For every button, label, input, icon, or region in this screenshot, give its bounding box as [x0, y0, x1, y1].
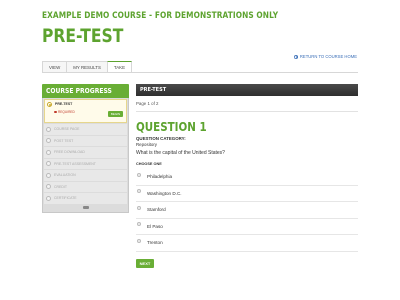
begin-button[interactable]: BEGIN [108, 111, 123, 117]
required-dot-icon [54, 110, 57, 114]
answer-option[interactable]: Philadelphia [136, 169, 358, 186]
sidebar-item-post-test[interactable]: POST TEST [44, 135, 127, 146]
sidebar-item-credit[interactable]: CREDIT [44, 181, 127, 192]
page-indicator: Page 1 of 2 [136, 101, 358, 112]
answer-option[interactable]: Stamford [136, 202, 358, 219]
sidebar-list: PRE-TEST REQUIRED BEGIN COURSE PAGE POST… [42, 98, 129, 213]
radio-button[interactable] [137, 238, 141, 243]
question-category-label: QUESTION CATEGORY: [136, 136, 186, 141]
answer-list: Philadelphia Washington D.C. Stamford El… [136, 169, 358, 252]
required-badge: REQUIRED [54, 110, 75, 114]
question-title: QUESTION 1 [136, 120, 207, 134]
answer-option[interactable]: El Paso [136, 219, 358, 235]
answer-label: Trenton [147, 240, 163, 246]
answer-label: Washington D.C. [147, 190, 182, 196]
sidebar-item-label: FREE DOWNLOAD [54, 150, 85, 155]
step-circle-icon [46, 138, 51, 144]
sidebar-item-free-download[interactable]: FREE DOWNLOAD [44, 147, 127, 158]
course-title: EXAMPLE DEMO COURSE - FOR DEMONSTRATIONS… [42, 11, 279, 21]
sidebar-item-label: COURSE PAGE [54, 127, 80, 132]
step-circle-icon [46, 126, 51, 132]
radio-button[interactable] [137, 189, 141, 194]
sidebar-item-label: CERTIFICATE [54, 196, 77, 201]
sidebar-title: COURSE PROGRESS [42, 84, 129, 98]
answer-label: Stamford [147, 207, 166, 213]
sidebar-item-label: EVALUATION [54, 173, 76, 178]
question-category-value: Repository [136, 142, 157, 147]
sidebar-item-label: PRE-TEST ASSESSMENT [54, 161, 96, 166]
tabs-divider [42, 72, 358, 73]
return-to-course-home-link[interactable]: RETURN TO COURSE HOME [293, 54, 357, 59]
step-circle-icon [46, 172, 51, 178]
sidebar-item-pre-test-assessment[interactable]: PRE-TEST ASSESSMENT [44, 158, 127, 169]
back-arrow-icon [293, 54, 298, 59]
step-circle-icon [46, 161, 51, 167]
required-label: REQUIRED [58, 110, 75, 114]
step-circle-icon [46, 149, 51, 155]
sidebar-item-label: CREDIT [54, 184, 68, 189]
step-circle-icon [46, 184, 51, 190]
question-text: What is the capital of the United States… [136, 150, 225, 156]
sidebar-resize-handle[interactable] [44, 205, 127, 210]
course-progress-sidebar: COURSE PROGRESS PRE-TEST REQUIRED BEGIN … [42, 84, 129, 213]
grip-icon [82, 205, 89, 209]
answer-label: El Paso [147, 223, 163, 229]
quiz-panel: PRE-TEST Page 1 of 2 QUESTION 1 QUESTION… [136, 84, 358, 268]
answer-option[interactable]: Washington D.C. [136, 186, 358, 202]
choose-one-label: CHOOSE ONE [136, 162, 162, 166]
sidebar-item-evaluation[interactable]: EVALUATION [44, 170, 127, 181]
step-circle-icon [46, 195, 51, 201]
answer-option[interactable]: Trenton [136, 235, 358, 252]
page-title: PRE-TEST [42, 25, 124, 47]
radio-button[interactable] [137, 172, 141, 177]
sidebar-item-certificate[interactable]: CERTIFICATE [44, 193, 127, 204]
sidebar-item-pre-test[interactable]: PRE-TEST REQUIRED BEGIN [44, 99, 127, 123]
sidebar-item-label: POST TEST [54, 138, 74, 143]
return-link-label: RETURN TO COURSE HOME [299, 54, 357, 59]
current-step-icon [47, 102, 52, 107]
radio-button[interactable] [137, 222, 141, 227]
next-button[interactable]: NEXT [136, 258, 154, 268]
radio-button[interactable] [137, 205, 141, 210]
sidebar-item-course-page[interactable]: COURSE PAGE [44, 124, 127, 135]
sidebar-item-label: PRE-TEST [55, 102, 73, 106]
answer-label: Philadelphia [147, 174, 173, 180]
quiz-header: PRE-TEST [136, 84, 358, 96]
